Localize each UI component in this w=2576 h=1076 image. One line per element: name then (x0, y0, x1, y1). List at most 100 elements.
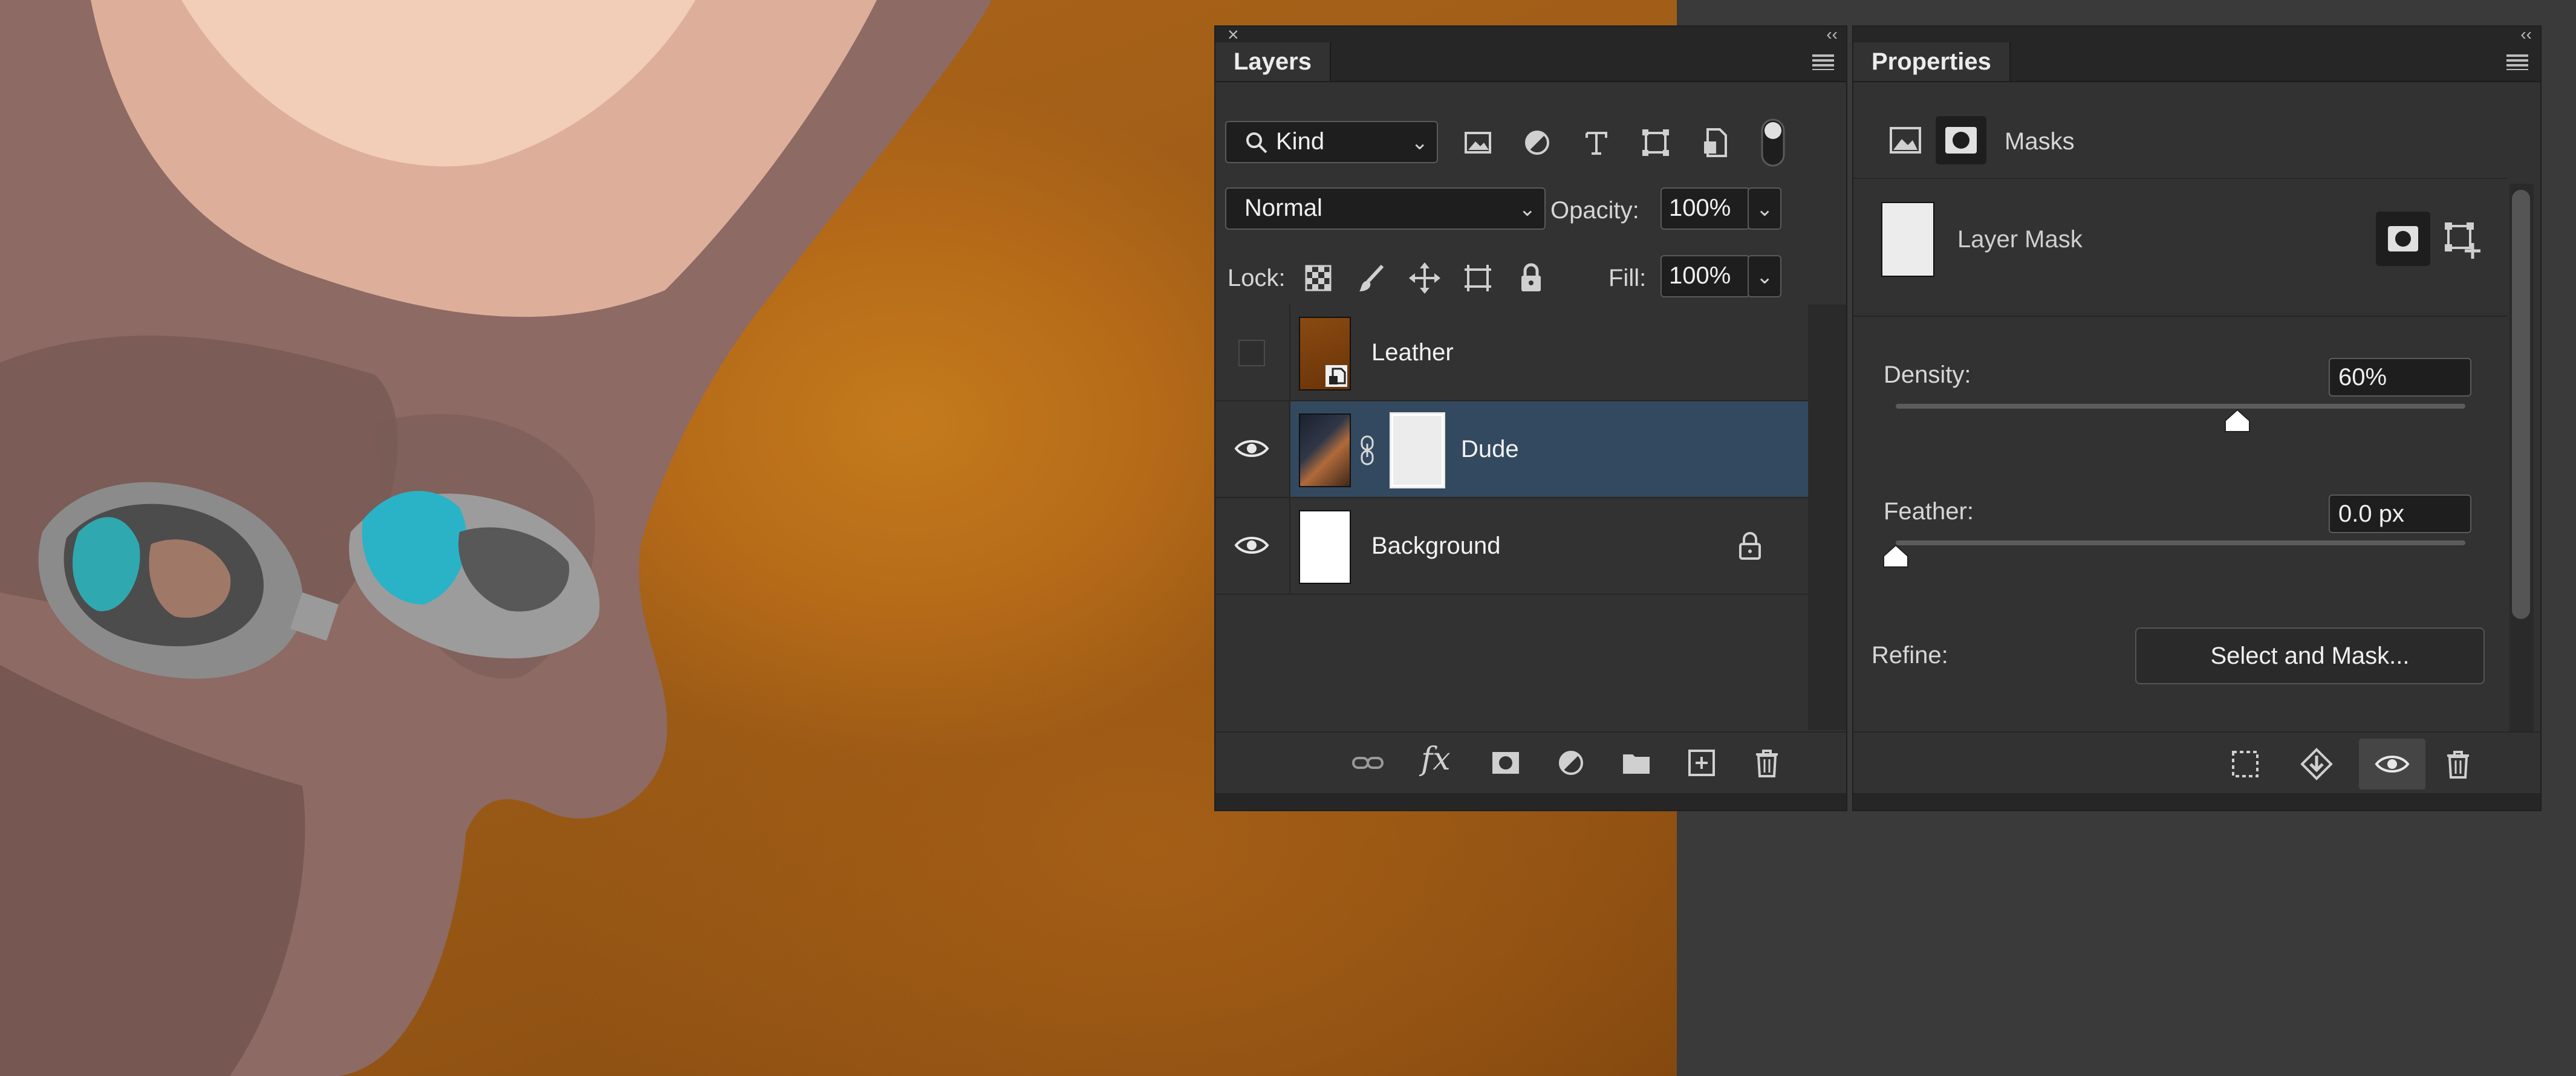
tab-properties[interactable]: Properties (1853, 42, 2011, 81)
opacity-value: 100% (1669, 195, 1731, 221)
lock-transparent-pixels-icon[interactable] (1301, 261, 1335, 295)
load-selection-from-mask-icon[interactable] (2228, 747, 2262, 781)
layer-mask-tab-button[interactable] (1936, 116, 1986, 164)
collapse-icon[interactable]: ‹‹ (1826, 25, 1838, 44)
layer-mask-thumbnail[interactable] (1387, 410, 1448, 491)
panel-menu-icon[interactable] (1812, 54, 1834, 70)
smart-object-badge-icon (1325, 365, 1347, 387)
trash-icon[interactable] (2441, 747, 2475, 781)
add-vector-mask-icon[interactable] (2441, 219, 2483, 261)
apply-mask-icon[interactable] (2300, 747, 2334, 781)
layer-row-leather[interactable]: Leather (1215, 305, 1808, 401)
filter-shape-icon[interactable] (1639, 126, 1673, 160)
divider (1853, 316, 2506, 317)
close-icon[interactable]: × (1228, 25, 1239, 44)
panel-resize-grip[interactable] (1215, 793, 1846, 810)
density-label: Density: (1884, 361, 1971, 388)
select-and-mask-button[interactable]: Select and Mask... (2135, 627, 2485, 684)
search-icon (1246, 132, 1267, 154)
filter-kind-label: Kind (1276, 128, 1325, 155)
pixel-mask-tab-icon[interactable] (1887, 123, 1924, 157)
density-input[interactable]: 60% (2329, 358, 2471, 397)
layers-tabbar: Layers (1215, 42, 1846, 82)
filter-pixel-icon[interactable] (1461, 126, 1495, 160)
panel-menu-icon[interactable] (2506, 54, 2528, 70)
visibility-toggle-off[interactable] (1238, 340, 1265, 366)
new-layer-icon[interactable] (1685, 746, 1719, 780)
lock-artboard-icon[interactable] (1461, 261, 1495, 295)
chevron-down-icon: ⌄ (1518, 198, 1537, 221)
layer-thumbnail-leather[interactable] (1299, 317, 1351, 391)
mask-link-icon[interactable] (1358, 435, 1376, 465)
lock-all-icon[interactable] (1514, 261, 1548, 295)
layer-thumbnail-background[interactable] (1299, 510, 1351, 584)
eye-icon[interactable] (1234, 533, 1270, 557)
properties-panel: ‹‹ Properties Masks Layer Mask Density: … (1852, 25, 2542, 811)
opacity-input[interactable]: 100% (1660, 187, 1750, 230)
feather-slider-track[interactable] (1896, 540, 2465, 545)
panel-titlebar[interactable]: × ‹‹ (1215, 25, 1846, 44)
density-slider-knob[interactable] (2224, 409, 2251, 433)
trash-icon[interactable] (1750, 746, 1784, 780)
layer-name[interactable]: Dude (1461, 401, 1519, 497)
visibility-column[interactable] (1215, 401, 1290, 497)
scrollbar-thumb[interactable] (2512, 190, 2530, 619)
add-pixel-mask-button[interactable] (2376, 212, 2430, 266)
fill-slider-button[interactable]: ⌄ (1748, 255, 1781, 297)
layer-style-fx-icon[interactable]: fx (1421, 741, 1451, 777)
fill-value: 100% (1669, 262, 1731, 289)
chevron-down-icon: ⌄ (1756, 265, 1774, 288)
feather-slider-knob[interactable] (1882, 544, 1909, 568)
add-mask-icon[interactable] (1489, 746, 1523, 780)
density-value: 60% (2338, 364, 2387, 391)
layer-thumbnail-dude[interactable] (1299, 413, 1351, 487)
eye-icon[interactable] (1234, 436, 1270, 461)
lock-position-icon[interactable] (1408, 261, 1442, 295)
pixel-mask-icon (2388, 226, 2418, 251)
filter-kind-select[interactable]: Kind ⌄ (1225, 121, 1438, 163)
chevron-down-icon: ⌄ (1756, 198, 1774, 221)
filter-smart-object-icon[interactable] (1698, 126, 1732, 160)
layer-list: Leather Dude Background (1215, 305, 1808, 730)
fill-input[interactable]: 100% (1660, 255, 1750, 297)
layers-footer-toolbar: fx (1215, 731, 1846, 793)
visibility-column[interactable] (1215, 498, 1290, 594)
refine-label: Refine: (1872, 642, 1948, 669)
density-slider-track[interactable] (1896, 404, 2465, 409)
opacity-slider-button[interactable]: ⌄ (1748, 187, 1781, 230)
disable-mask-button[interactable] (2359, 739, 2425, 789)
panel-titlebar[interactable]: ‹‹ (1853, 25, 2540, 44)
feather-value: 0.0 px (2338, 501, 2404, 527)
visibility-column[interactable] (1215, 305, 1290, 400)
mask-preview-thumbnail (1881, 202, 1934, 277)
properties-scrollbar[interactable] (2509, 184, 2534, 746)
filter-toggle-switch[interactable] (1760, 117, 1786, 168)
properties-footer-toolbar (1853, 731, 2540, 796)
lock-image-pixels-icon[interactable] (1355, 261, 1388, 295)
eye-icon (2375, 756, 2410, 773)
new-group-folder-icon[interactable] (1619, 746, 1653, 780)
filter-type-icon[interactable] (1579, 126, 1613, 160)
link-layers-icon[interactable] (1351, 746, 1385, 780)
layers-panel: × ‹‹ Layers Kind ⌄ Normal ⌄ Opacity: 100… (1214, 25, 1847, 811)
layer-name[interactable]: Background (1371, 498, 1500, 594)
tab-layers[interactable]: Layers (1215, 42, 1331, 81)
fill-label: Fill: (1608, 265, 1647, 291)
blend-mode-select[interactable]: Normal ⌄ (1225, 187, 1546, 230)
feather-label: Feather: (1884, 498, 1974, 525)
lock-label: Lock: (1228, 265, 1286, 291)
panel-resize-grip[interactable] (1853, 793, 2540, 810)
filter-adjustment-icon[interactable] (1520, 126, 1554, 160)
layer-row-dude[interactable]: Dude (1215, 401, 1808, 498)
feather-input[interactable]: 0.0 px (2329, 494, 2471, 533)
layer-mask-icon (1945, 127, 1977, 154)
chevron-down-icon: ⌄ (1411, 131, 1429, 154)
layer-name[interactable]: Leather (1371, 305, 1454, 400)
properties-tabbar: Properties (1853, 42, 2540, 82)
collapse-icon[interactable]: ‹‹ (2520, 25, 2532, 44)
new-adjustment-layer-icon[interactable] (1554, 746, 1588, 780)
layer-row-background[interactable]: Background (1215, 498, 1808, 595)
section-label: Masks (2005, 128, 2075, 155)
layer-list-scrollbar[interactable] (1808, 305, 1846, 730)
mask-type-label: Layer Mask (1957, 226, 2083, 253)
